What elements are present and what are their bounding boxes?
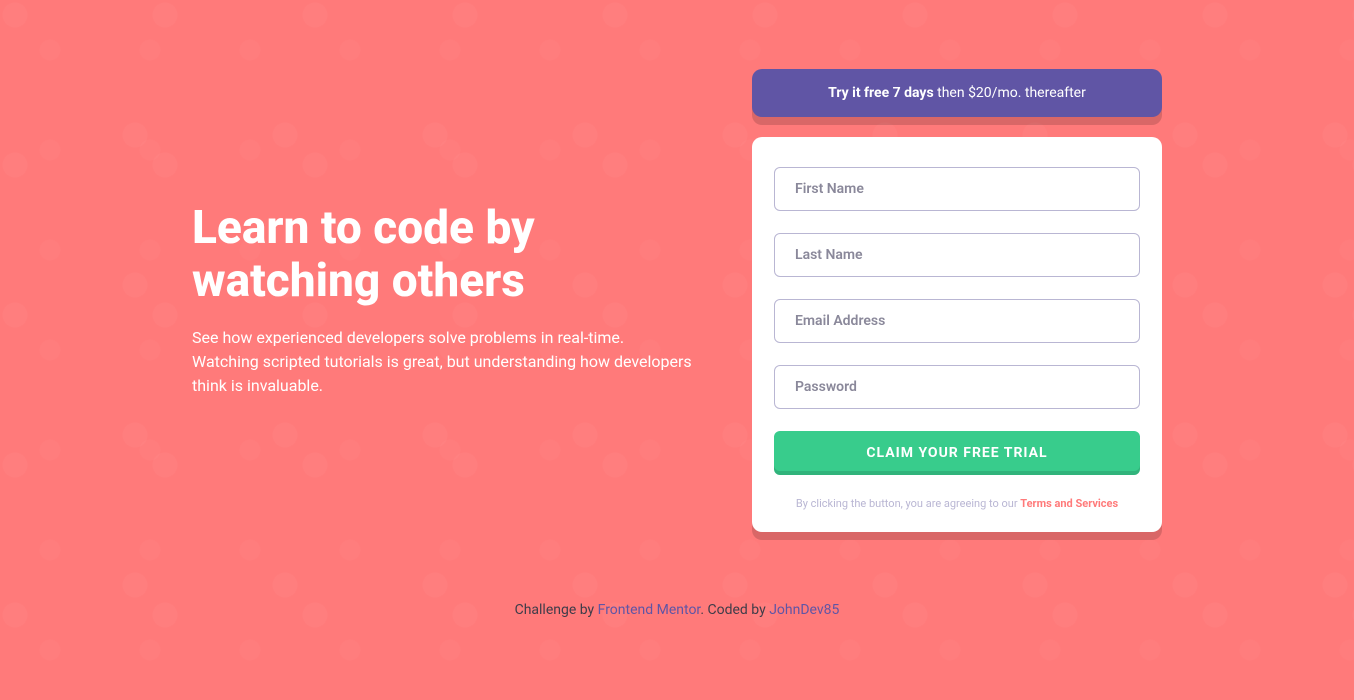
signup-column: Try it free 7 days then $20/mo. thereaft… — [752, 69, 1162, 532]
challenge-prefix: Challenge by — [515, 602, 598, 618]
frontend-mentor-link[interactable]: Frontend Mentor — [598, 602, 701, 618]
banner-bold: Try it free 7 days — [828, 85, 934, 101]
claim-trial-button[interactable]: CLAIM YOUR FREE TRIAL — [774, 431, 1140, 475]
page-title: Learn to code by watching others — [192, 202, 692, 308]
coded-prefix: . Coded by — [700, 602, 769, 618]
password-field[interactable] — [774, 365, 1140, 409]
first-name-field[interactable] — [774, 167, 1140, 211]
email-field[interactable] — [774, 299, 1140, 343]
main-content: Learn to code by watching others See how… — [0, 0, 1354, 600]
attribution: Challenge by Frontend Mentor. Coded by J… — [0, 602, 1354, 618]
signup-form: CLAIM YOUR FREE TRIAL By clicking the bu… — [752, 137, 1162, 532]
fine-print-prefix: By clicking the button, you are agreeing… — [796, 497, 1020, 510]
hero-section: Learn to code by watching others See how… — [192, 202, 692, 398]
author-link[interactable]: JohnDev85 — [769, 602, 839, 618]
last-name-field[interactable] — [774, 233, 1140, 277]
terms-link[interactable]: Terms and Services — [1020, 497, 1118, 510]
pricing-banner: Try it free 7 days then $20/mo. thereaft… — [752, 69, 1162, 117]
hero-subtitle: See how experienced developers solve pro… — [192, 326, 692, 398]
banner-rest: then $20/mo. thereafter — [934, 85, 1086, 101]
terms-fine-print: By clicking the button, you are agreeing… — [774, 497, 1140, 510]
